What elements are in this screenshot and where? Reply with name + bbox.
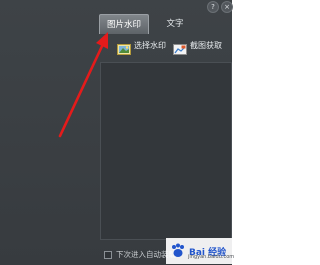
image-picture-icon xyxy=(117,40,131,55)
tab-text[interactable]: 文字 xyxy=(157,14,193,34)
autoload-checkbox[interactable] xyxy=(104,250,112,259)
tab-bar: 图片水印 文字 xyxy=(95,14,232,34)
action-row: 选择水印 截图获取 xyxy=(101,40,232,56)
help-icon[interactable]: ? xyxy=(207,1,219,13)
select-watermark-label: 选择水印 xyxy=(134,41,166,50)
screenshot-stage: ? × 图片水印 文字 选择水印 截图获取 下次进入自动装载 Bai 经验 ji… xyxy=(0,0,246,265)
watermark-preview-panel xyxy=(100,62,232,240)
window-controls: ? × xyxy=(207,1,233,13)
baidu-jingyan-watermark: Bai 经验 jingyan.baidu.com xyxy=(166,238,246,264)
close-icon[interactable]: × xyxy=(221,1,233,13)
watermark-url: jingyan.baidu.com xyxy=(188,254,235,260)
capture-screenshot-label: 截图获取 xyxy=(190,41,222,50)
screenshot-capture-icon xyxy=(173,40,187,55)
watermark-window: ? × 图片水印 文字 选择水印 截图获取 下次进入自动装载 xyxy=(0,0,233,265)
paw-logo-icon xyxy=(172,243,184,257)
tab-image-watermark[interactable]: 图片水印 xyxy=(99,14,149,34)
select-watermark-button[interactable]: 选择水印 xyxy=(117,40,166,55)
capture-screenshot-button[interactable]: 截图获取 xyxy=(173,40,222,55)
